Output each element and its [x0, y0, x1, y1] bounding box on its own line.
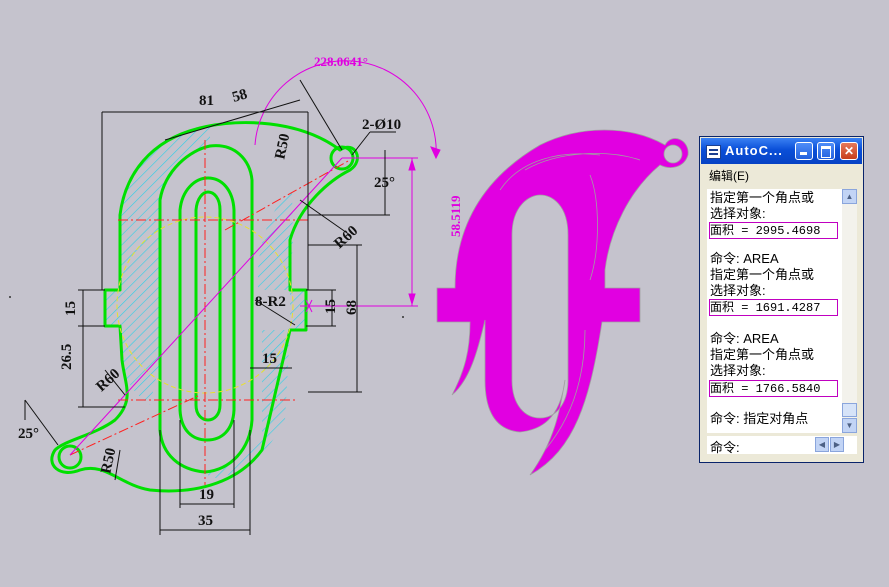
history-line: 指定第一个角点或 — [710, 347, 815, 362]
highlight-box — [709, 299, 838, 316]
dim-68: 68 — [344, 300, 360, 315]
history-line: 命令: 指定对角点 — [710, 411, 809, 426]
app-icon — [706, 145, 721, 159]
scroll-up-icon[interactable]: ▲ — [842, 189, 857, 204]
dim-angle-25-top: 25° — [374, 175, 395, 191]
dim-15-right: 15 — [323, 299, 339, 314]
dim-35: 35 — [198, 513, 213, 529]
history-line: 命令: AREA — [710, 331, 779, 346]
dim-15-left: 15 — [63, 301, 79, 316]
text-window-titlebar[interactable]: AutoC... ✕ — [701, 138, 862, 164]
maximize-button[interactable] — [817, 142, 835, 160]
dim-8-r2: 8-R2 — [255, 294, 286, 310]
history-line: 指定第一个角点或 — [710, 190, 815, 205]
menu-edit[interactable]: 编辑(E) — [709, 167, 749, 184]
text-window-title: AutoC... — [725, 143, 783, 158]
history-line: 指定第一个角点或 — [710, 267, 815, 282]
dim-hole: 2-Ø10 — [362, 117, 401, 133]
close-button[interactable]: ✕ — [840, 142, 858, 160]
scroll-down-icon[interactable]: ▼ — [842, 418, 857, 433]
dim-26-5: 26.5 — [59, 344, 75, 370]
text-window[interactable]: AutoC... ✕ 编辑(E) 指定第一个角点或 选择对象: 面积 = 299… — [699, 136, 864, 463]
scroll-left-icon[interactable]: ◀ — [815, 437, 829, 452]
dim-angle-25-left: 25° — [18, 426, 39, 442]
vertical-scrollbar[interactable]: ▲ ▼ — [842, 189, 857, 433]
text-history[interactable]: 指定第一个角点或 选择对象: 面积 = 2995.4698 命令: AREA 指… — [707, 189, 842, 433]
dim-r50-top: R50 — [272, 132, 293, 161]
history-line: 命令: AREA — [710, 251, 779, 266]
highlight-box — [709, 380, 838, 397]
dim-r60-left: R60 — [93, 366, 123, 395]
history-line: 选择对象: — [710, 283, 766, 298]
minimize-button[interactable] — [795, 142, 813, 160]
dim-81: 81 — [199, 93, 214, 109]
highlight-box — [709, 222, 838, 239]
history-line: 选择对象: — [710, 206, 766, 221]
dim-19: 19 — [199, 487, 214, 503]
command-prompt: 命令: — [710, 440, 740, 455]
measure-angle: 228.0641° — [314, 54, 368, 69]
dim-15-inner: 15 — [262, 351, 277, 367]
scroll-right-icon[interactable]: ▶ — [830, 437, 844, 452]
dim-58: 58 — [230, 86, 249, 106]
scroll-thumb[interactable] — [842, 403, 857, 417]
measure-distance: 58.5119 — [448, 195, 463, 237]
area-region — [436, 129, 689, 476]
history-line: 选择对象: — [710, 363, 766, 378]
command-line[interactable]: 命令: ◀ ▶ — [707, 436, 857, 455]
